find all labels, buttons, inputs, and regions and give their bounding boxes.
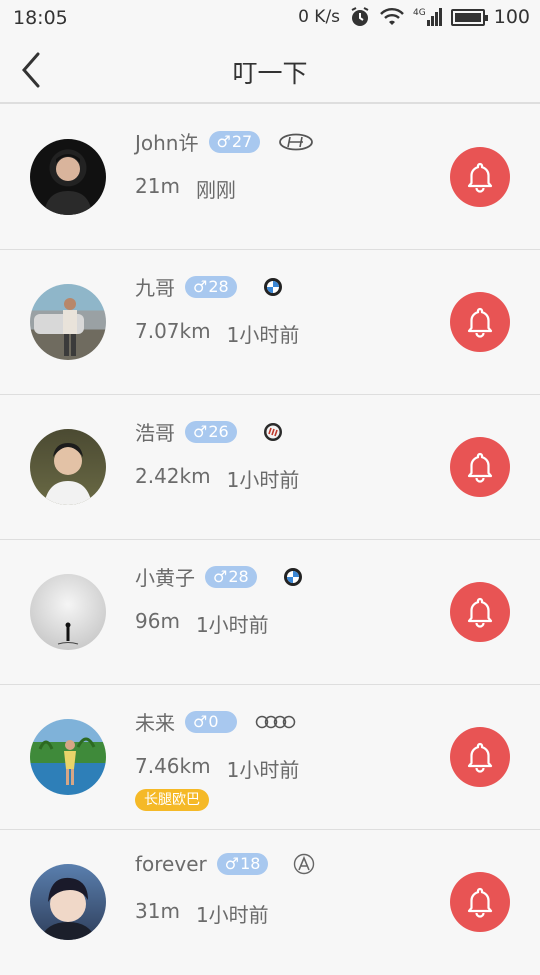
- avatar[interactable]: [30, 864, 106, 940]
- distance: 21m: [135, 174, 180, 198]
- ding-button[interactable]: [450, 727, 510, 787]
- user-tag: 长腿欧巴: [135, 789, 209, 811]
- avatar[interactable]: [30, 574, 106, 650]
- distance: 31m: [135, 899, 180, 923]
- age-value: 0: [208, 711, 219, 731]
- avatar[interactable]: [30, 429, 106, 505]
- list-item[interactable]: 未来 ♂ 0 7.46km 1小时前 长腿欧巴: [0, 685, 540, 830]
- page-title: 叮一下: [232, 59, 308, 88]
- bmw-logo-icon: [255, 277, 291, 297]
- male-icon: ♂: [193, 421, 208, 441]
- user-name: forever: [135, 852, 207, 876]
- male-icon: ♂: [213, 566, 228, 586]
- age-value: 27: [231, 131, 253, 151]
- ding-button[interactable]: [450, 147, 510, 207]
- age-badge: ♂ 26: [185, 420, 237, 443]
- distance: 7.46km: [135, 754, 211, 778]
- user-name: John许: [135, 131, 199, 155]
- list-item[interactable]: 浩哥 ♂ 26 2.42km 1小时前: [0, 395, 540, 540]
- alarm-icon: [351, 7, 369, 26]
- acura-logo-icon: [286, 853, 322, 875]
- bmw-logo-icon: [275, 567, 311, 587]
- bell-icon: [467, 887, 493, 918]
- cell-signal-icon: 4G: [413, 8, 442, 26]
- age-badge: ♂ 27: [208, 130, 261, 153]
- last-active-time: 1小时前: [195, 903, 269, 927]
- user-name: 浩哥: [135, 421, 175, 445]
- male-icon: ♂: [193, 711, 208, 731]
- age-value: 28: [208, 276, 229, 296]
- age-badge: ♂ 28: [205, 565, 257, 588]
- list-item[interactable]: John许 ♂ 27 21m 刚刚: [0, 105, 540, 250]
- age-badge: ♂ 18: [216, 853, 269, 875]
- ding-button[interactable]: [450, 872, 510, 932]
- signal-label: 4G: [413, 8, 426, 18]
- last-active-time: 刚刚: [195, 178, 236, 202]
- avatar[interactable]: [30, 284, 106, 360]
- wifi-icon: [380, 8, 404, 25]
- avatar[interactable]: [30, 139, 106, 215]
- ding-button[interactable]: [450, 437, 510, 497]
- last-active-time: 1小时前: [226, 323, 300, 347]
- male-icon: ♂: [193, 276, 208, 296]
- last-active-time: 1小时前: [226, 758, 300, 782]
- status-time: 18:05: [13, 7, 68, 29]
- hyundai-logo-icon: [278, 132, 314, 152]
- audi-logo-icon: [255, 712, 297, 732]
- ding-button[interactable]: [450, 582, 510, 642]
- bell-icon: [467, 742, 493, 773]
- age-value: 28: [228, 566, 249, 586]
- avatar[interactable]: [30, 719, 106, 795]
- age-badge: ♂ 0: [185, 710, 237, 733]
- age-badge: ♂ 28: [185, 275, 237, 298]
- buick-logo-icon: [255, 422, 291, 442]
- battery-level: 100: [493, 6, 530, 28]
- list-item[interactable]: 九哥 ♂ 28 7.07km 1小时前: [0, 250, 540, 395]
- last-active-time: 1小时前: [226, 468, 300, 492]
- bell-icon: [467, 162, 493, 193]
- list-item[interactable]: forever ♂ 18 31m 1小时前: [0, 830, 540, 975]
- status-bar: 18:05 0 K/s 4G 100: [0, 0, 540, 38]
- distance: 7.07km: [135, 319, 211, 343]
- age-value: 26: [208, 421, 229, 441]
- last-active-time: 1小时前: [195, 613, 269, 637]
- age-value: 18: [240, 854, 261, 873]
- distance: 2.42km: [135, 464, 211, 488]
- user-name: 九哥: [135, 276, 175, 300]
- male-icon: ♂: [224, 854, 240, 873]
- net-speed: 0 K/s: [298, 7, 341, 27]
- distance: 96m: [135, 609, 180, 633]
- bell-icon: [467, 452, 493, 483]
- male-icon: ♂: [216, 131, 231, 151]
- ding-button[interactable]: [450, 292, 510, 352]
- user-name: 未来: [135, 711, 175, 735]
- battery-icon: [450, 8, 488, 26]
- user-name: 小黄子: [135, 566, 195, 590]
- user-list: John许 ♂ 27 21m 刚刚 九哥 ♂ 28 7.07km 1小时前 浩哥 ♂ 26: [0, 105, 540, 975]
- list-item[interactable]: 小黄子 ♂ 28 96m 1小时前: [0, 540, 540, 685]
- app-header: 叮一下: [0, 38, 540, 104]
- bell-icon: [467, 307, 493, 338]
- bell-icon: [467, 597, 493, 628]
